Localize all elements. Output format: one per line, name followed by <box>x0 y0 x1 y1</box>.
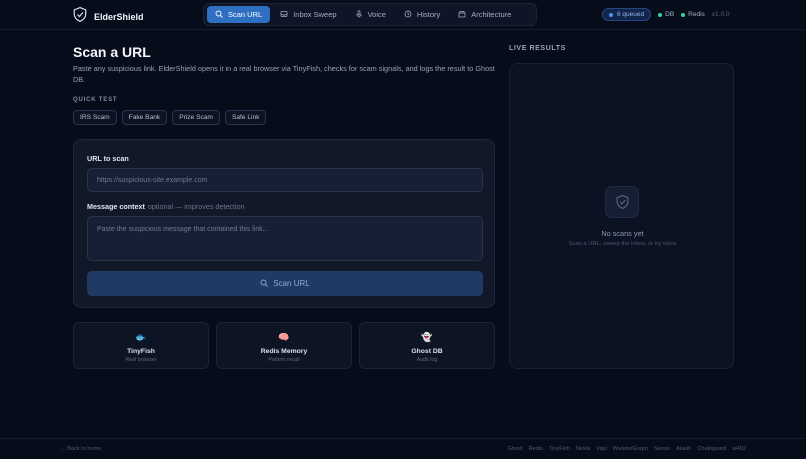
back-to-home-link[interactable]: ← Back to home <box>60 446 101 452</box>
inbox-icon <box>280 10 288 20</box>
tab-label: Architecture <box>471 10 512 19</box>
url-placeholder: https://suspicious-site.example.com <box>97 176 208 184</box>
redis-status: Redis <box>681 11 705 18</box>
url-input[interactable]: https://suspicious-site.example.com <box>87 168 483 192</box>
ghost-icon: 👻 <box>421 332 433 342</box>
layers-icon <box>458 10 466 20</box>
empty-state-title: No scans yet <box>601 229 644 238</box>
header-status: 6 queued DB Redis v1.0.0 <box>602 8 730 21</box>
tab-label: Voice <box>367 10 386 19</box>
status-dot-icon <box>658 12 663 17</box>
live-results-label: LIVE RESULTS <box>509 45 566 52</box>
partner-link[interactable]: TinyFish <box>549 446 570 452</box>
context-textarea[interactable]: Paste the suspicious message that contai… <box>87 216 483 261</box>
page-title: Scan a URL <box>73 44 151 60</box>
tile-name: Redis Memory <box>260 348 308 355</box>
tab-history[interactable]: History <box>396 6 448 23</box>
app-window: ElderShield Scan URL Inbox Sweep Voice H… <box>0 0 806 459</box>
partner-link[interactable]: Chainguard <box>697 446 726 452</box>
tile-redis-memory: 🧠 Redis Memory Pattern recall <box>216 322 352 369</box>
db-status: DB <box>658 11 674 18</box>
main-nav: Scan URL Inbox Sweep Voice History Archi… <box>203 3 537 26</box>
quick-test-chip[interactable]: Safe Link <box>224 110 267 125</box>
tab-label: Inbox Sweep <box>293 10 337 19</box>
search-icon <box>260 279 269 289</box>
clock-icon <box>404 10 412 20</box>
url-label: URL to scan <box>87 154 129 163</box>
tile-name: TinyFish <box>127 348 155 355</box>
queued-count: 6 queued <box>617 11 645 18</box>
tile-ghost-db: 👻 Ghost DB Audit log <box>359 322 495 369</box>
tab-label: History <box>416 10 441 19</box>
partner-link[interactable]: ai492 <box>732 446 746 452</box>
tab-architecture[interactable]: Architecture <box>450 6 519 23</box>
live-results-panel: No scans yet Scan a URL, sweep the inbox… <box>509 63 734 369</box>
db-label: DB <box>665 11 675 18</box>
integration-tiles: 🐟 TinyFish Real browser 🧠 Redis Memory P… <box>73 322 495 369</box>
tile-sub: Pattern recall <box>268 357 300 363</box>
partner-link[interactable]: Nexla <box>576 446 590 452</box>
partner-link[interactable]: Redis <box>529 446 543 452</box>
scan-button-label: Scan URL <box>273 279 310 288</box>
quick-test-chip[interactable]: Prize Scam <box>172 110 220 125</box>
scan-url-button[interactable]: Scan URL <box>87 271 483 296</box>
context-label: Message context optional — improves detec… <box>87 202 245 211</box>
footer: ← Back to home Ghost Redis TinyFish Nexl… <box>0 438 806 459</box>
status-dot-icon <box>681 12 686 17</box>
partner-link[interactable]: Akash <box>676 446 692 452</box>
quick-test-chip[interactable]: Fake Bank <box>121 110 168 125</box>
empty-state-subtitle: Scan a URL, sweep the inbox, or try voic… <box>568 241 677 247</box>
context-label-text: Message context <box>87 202 145 211</box>
queued-badge[interactable]: 6 queued <box>602 8 652 21</box>
quick-test-chip[interactable]: IRS Scam <box>73 110 117 125</box>
context-hint: optional — improves detection <box>147 202 245 211</box>
mic-icon <box>355 9 363 20</box>
tab-label: Scan URL <box>228 10 263 19</box>
page-subtitle: Paste any suspicious link. ElderShield o… <box>73 64 495 84</box>
partner-link[interactable]: Ghost <box>508 446 523 452</box>
brain-icon: 🧠 <box>278 332 290 342</box>
queued-dot-icon <box>609 12 613 17</box>
scan-form: URL to scan https://suspicious-site.exam… <box>73 139 495 308</box>
partner-link[interactable]: Senso <box>654 446 670 452</box>
redis-label: Redis <box>688 11 705 18</box>
quick-test-label: QUICK TEST <box>73 97 118 103</box>
fish-icon: 🐟 <box>135 332 147 342</box>
partner-links: Ghost Redis TinyFish Nexla Vapi WunderGr… <box>508 446 746 452</box>
search-icon <box>215 10 223 20</box>
shield-logo-icon <box>73 6 87 27</box>
tab-scan-url[interactable]: Scan URL <box>207 6 271 23</box>
partner-link[interactable]: Vapi <box>596 446 607 452</box>
shield-check-icon <box>605 186 639 218</box>
tile-tinyfish: 🐟 TinyFish Real browser <box>73 322 209 369</box>
quick-test-chips: IRS Scam Fake Bank Prize Scam Safe Link <box>73 110 267 125</box>
app-version: v1.0.0 <box>711 11 730 18</box>
brand[interactable]: ElderShield <box>73 6 144 27</box>
brand-name: ElderShield <box>94 12 144 22</box>
tile-sub: Audit log <box>416 357 438 363</box>
partner-link[interactable]: WunderGraph <box>613 446 648 452</box>
tile-name: Ghost DB <box>411 348 443 355</box>
tab-voice[interactable]: Voice <box>347 6 394 23</box>
context-placeholder: Paste the suspicious message that contai… <box>97 226 269 233</box>
tile-sub: Real browser <box>125 357 157 363</box>
top-bar: ElderShield Scan URL Inbox Sweep Voice H… <box>0 0 806 30</box>
tab-inbox-sweep[interactable]: Inbox Sweep <box>272 6 344 23</box>
